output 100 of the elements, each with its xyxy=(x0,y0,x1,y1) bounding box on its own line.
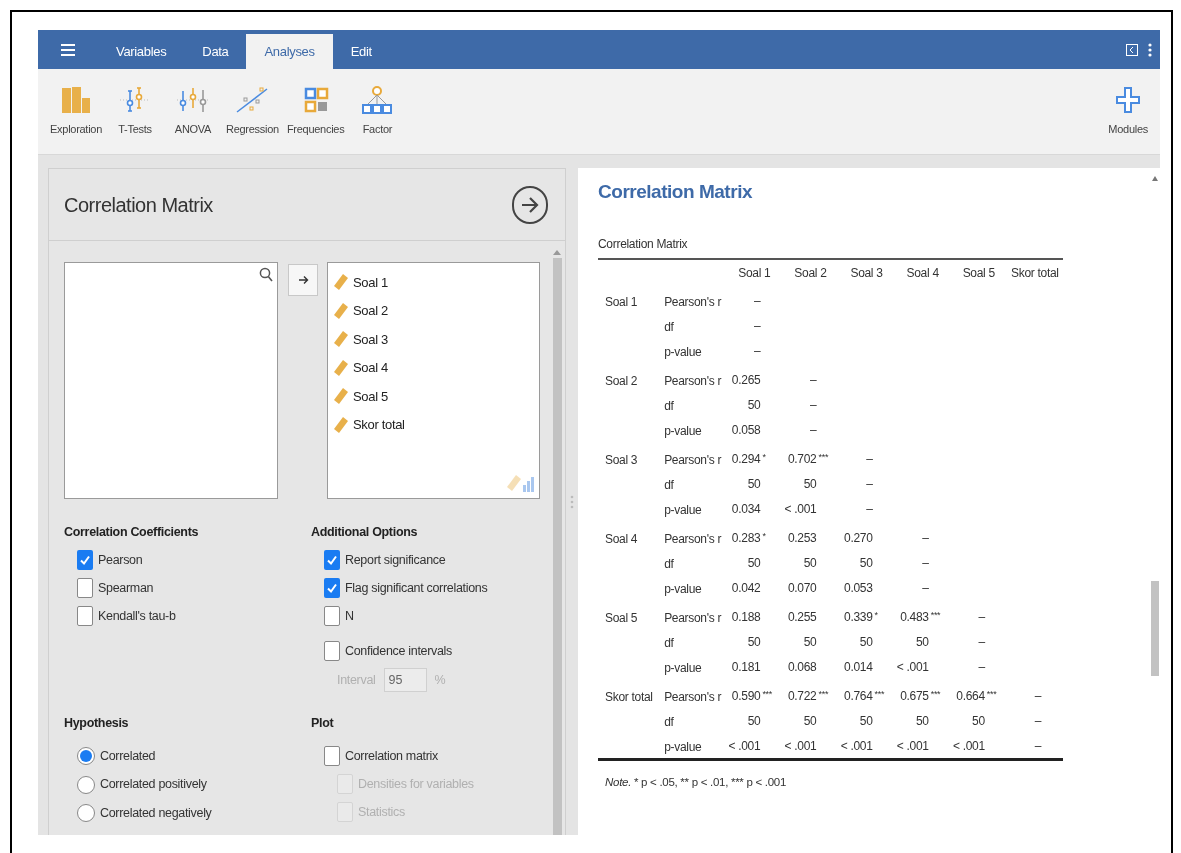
radio-button[interactable] xyxy=(77,775,95,794)
table-cell-text: 0.053 xyxy=(843,579,874,597)
tree-diagram-icon xyxy=(360,85,395,115)
close-panel-button[interactable] xyxy=(512,185,548,224)
statistic-label: p-value xyxy=(664,660,702,675)
table-cell-text: 0.675 *** xyxy=(899,687,942,705)
scrollbar-thumb[interactable] xyxy=(552,258,562,835)
table-cell-text: 0.034 xyxy=(730,500,762,518)
checkbox-label: Flag significant correlations xyxy=(345,579,488,597)
table-cell-text: 50 xyxy=(858,554,874,572)
radio-button[interactable] xyxy=(77,747,95,766)
scroll-up-icon[interactable] xyxy=(1152,176,1158,181)
table-cell-text: 0.339 * xyxy=(843,608,879,626)
checkbox[interactable] xyxy=(77,550,93,570)
table-cell-text: 0.070 xyxy=(786,579,818,597)
statistic-label: Pearson's r xyxy=(664,610,722,625)
panel-title: Correlation Matrix xyxy=(64,192,213,218)
row-header: Soal 3 xyxy=(605,452,638,467)
variable-item[interactable]: Soal 3 xyxy=(333,325,539,354)
checkmark-icon xyxy=(326,582,338,594)
table-cell-text: 0.068 xyxy=(786,658,818,676)
ruler-icon xyxy=(333,330,349,349)
toolbar-button[interactable]: ANOVA xyxy=(164,85,222,138)
scatter-line-icon xyxy=(235,85,270,115)
table-cell-text: 0.253 xyxy=(786,529,818,547)
table-cell-text: 50 xyxy=(802,475,818,493)
variable-item[interactable]: Soal 4 xyxy=(333,353,539,382)
panel-toggle-icon[interactable] xyxy=(1126,43,1138,56)
checkbox-label: Report significance xyxy=(345,551,446,569)
statistic-label: p-value xyxy=(664,581,702,596)
table-cell-text: – xyxy=(977,658,986,676)
table-cell-text: 0.181 xyxy=(730,658,762,676)
menu-tab[interactable]: Data xyxy=(184,34,247,69)
table-cell-text: – xyxy=(865,475,874,493)
modules-button[interactable]: Modules xyxy=(1108,85,1152,138)
statistic-label: df xyxy=(664,398,674,413)
checkbox[interactable] xyxy=(324,746,340,766)
statistic-label: p-value xyxy=(664,423,702,438)
toolbar-button[interactable]: T-Tests xyxy=(106,85,164,138)
menu-tab[interactable]: Analyses xyxy=(246,34,333,69)
table-cell-text: < .001 xyxy=(727,737,762,755)
table-cell-text: 0.722 *** xyxy=(786,687,830,705)
column-header: Soal 5 xyxy=(962,265,995,280)
radio-label: Correlated negatively xyxy=(100,804,212,822)
more-options-icon[interactable] xyxy=(1148,42,1152,57)
radio-label: Correlated positively xyxy=(100,776,207,794)
column-header: Skor total xyxy=(1011,265,1059,280)
row-header: Soal 5 xyxy=(605,610,638,625)
checkbox-label: Correlation matrix xyxy=(345,747,438,765)
arrow-right-icon xyxy=(520,195,540,214)
checkbox[interactable] xyxy=(324,578,340,598)
table-cell-text: 0.255 xyxy=(786,608,818,626)
table-cell-text: – xyxy=(865,500,874,518)
statistic-label: Pearson's r xyxy=(664,689,722,704)
statistic-label: p-value xyxy=(664,739,702,754)
variable-item[interactable]: Skor total xyxy=(333,410,539,439)
checkbox[interactable] xyxy=(77,606,93,626)
toolbar-button[interactable]: Regression xyxy=(222,85,283,138)
toolbar-button[interactable]: Factor xyxy=(348,85,407,138)
checkbox[interactable] xyxy=(324,641,340,661)
table-cell-text: – xyxy=(809,421,818,439)
table-cell-text: 50 xyxy=(802,554,818,572)
table-cell-text: – xyxy=(1033,687,1043,705)
search-icon[interactable] xyxy=(259,267,273,282)
table-cell-text: 50 xyxy=(914,712,930,730)
checkbox[interactable] xyxy=(77,578,93,598)
column-header: Soal 4 xyxy=(906,265,939,280)
splitter-handle-icon[interactable] xyxy=(570,494,574,509)
move-variable-button[interactable] xyxy=(288,264,318,296)
menu-tab[interactable]: Edit xyxy=(332,34,390,69)
table-cell-text: – xyxy=(977,633,986,651)
table-cell-text: 50 xyxy=(746,475,762,493)
menu-tab[interactable]: Variables xyxy=(98,34,185,69)
ruler-icon xyxy=(333,301,349,320)
radio-button[interactable] xyxy=(77,804,95,823)
variable-item[interactable]: Soal 1 xyxy=(333,268,539,297)
error-bars-icon xyxy=(176,85,210,115)
table-cell-text: – xyxy=(921,554,930,572)
table-cell-text: 50 xyxy=(802,633,818,651)
checkbox[interactable] xyxy=(324,550,340,570)
ruler-icon xyxy=(333,387,349,406)
scrollbar-thumb[interactable] xyxy=(1151,581,1159,676)
table-cell-text: 0.265 xyxy=(730,371,762,389)
scroll-up-icon[interactable] xyxy=(553,249,561,255)
variable-item[interactable]: Soal 2 xyxy=(333,296,539,325)
checkbox[interactable] xyxy=(324,606,340,626)
table-cell-text: – xyxy=(865,450,874,468)
table-cell-text: 50 xyxy=(914,633,930,651)
statistic-label: df xyxy=(664,714,674,729)
variable-item[interactable]: Soal 5 xyxy=(333,382,539,411)
toolbar-button[interactable]: Frequencies xyxy=(282,85,349,138)
arrow-right-icon xyxy=(297,275,309,285)
table-cell-text: – xyxy=(809,396,818,414)
statistic-label: df xyxy=(664,477,674,492)
toolbar-button[interactable]: Exploration xyxy=(46,85,106,138)
table-cell-text: < .001 xyxy=(951,737,986,755)
statistic-label: Pearson's r xyxy=(664,452,722,467)
column-header: Soal 3 xyxy=(850,265,883,280)
table-cell-text: 50 xyxy=(858,633,874,651)
table-cell-text: – xyxy=(753,292,762,310)
